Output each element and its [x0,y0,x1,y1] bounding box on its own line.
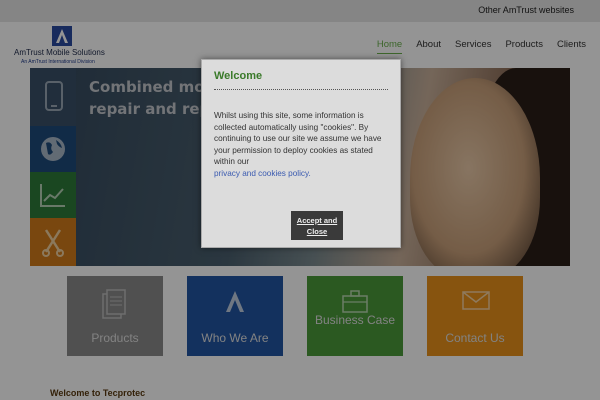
divider [214,89,388,90]
privacy-policy-link[interactable]: privacy and cookies policy. [214,169,311,178]
cookie-message-text: Whilst using this site, some information… [214,111,382,166]
accept-and-close-button[interactable]: Accept and Close [291,211,343,240]
cookie-consent-dialog: Welcome Whilst using this site, some inf… [201,59,401,248]
cookie-dialog-message: Whilst using this site, some information… [214,110,390,179]
cookie-dialog-title: Welcome [214,70,263,82]
